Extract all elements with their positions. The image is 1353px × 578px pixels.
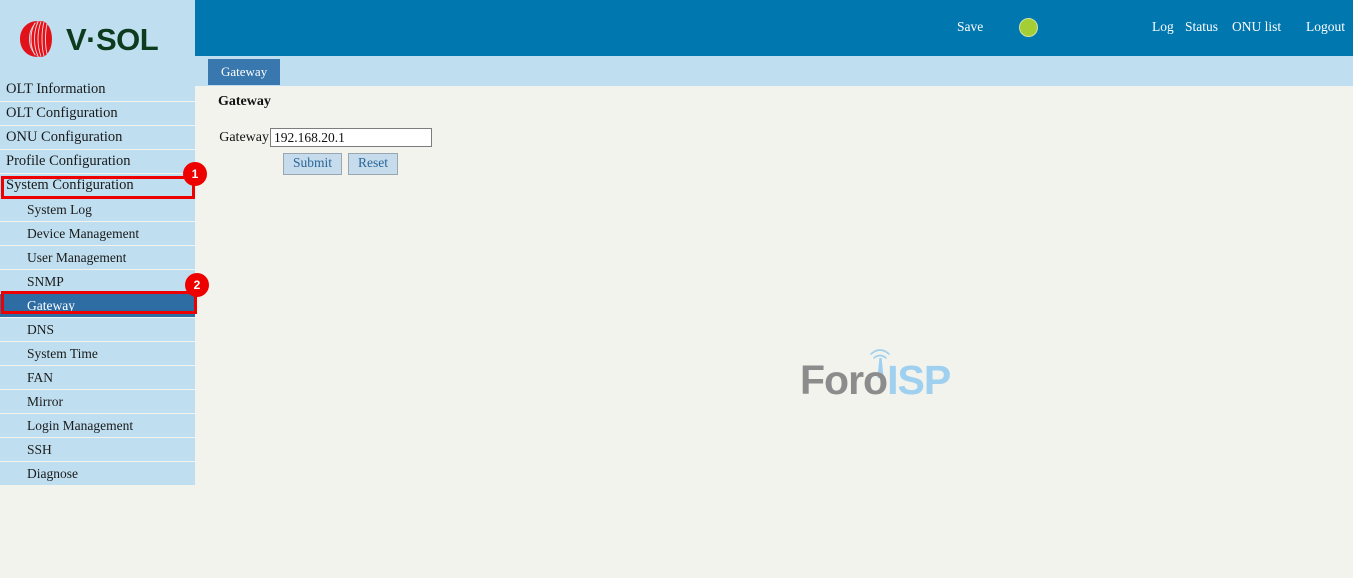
page-root: V·SOL Save Log Status ONU list Logout Ga…: [0, 0, 1353, 578]
sidebar-item-label: DNS: [27, 322, 55, 337]
sidebar-item-label: Device Management: [27, 226, 140, 241]
gateway-form-row: Gateway: [209, 128, 1353, 147]
sidebar-item-user-management[interactable]: User Management: [0, 246, 195, 269]
header-link-log[interactable]: Log: [1152, 19, 1174, 35]
sidebar-item-mirror[interactable]: Mirror: [0, 390, 195, 413]
tab-gateway[interactable]: Gateway: [208, 59, 281, 85]
sidebar-item-label: System Log: [27, 202, 92, 217]
watermark-text-foro: Foro: [800, 357, 888, 403]
sidebar-navigation: OLT Information OLT Configuration ONU Conf…: [0, 78, 195, 578]
header-link-logout[interactable]: Logout: [1306, 19, 1345, 35]
page-title: Gateway: [218, 94, 271, 109]
sidebar-item-onu-configuration[interactable]: ONU Configuration: [0, 126, 195, 149]
sidebar-item-profile-configuration[interactable]: Profile Configuration: [0, 150, 195, 173]
sidebar-item-login-management[interactable]: Login Management: [0, 414, 195, 437]
header-link-status[interactable]: Status: [1185, 19, 1218, 35]
vsol-swirl-logo-icon: [20, 21, 52, 57]
sidebar-item-label: System Configuration: [6, 177, 134, 193]
sidebar-item-label: SNMP: [27, 274, 64, 289]
submit-button[interactable]: Submit: [283, 153, 343, 175]
sidebar-item-fan[interactable]: FAN: [0, 366, 195, 389]
foroisp-watermark: ForoISP: [795, 344, 955, 404]
reset-button[interactable]: Reset: [348, 153, 399, 175]
gateway-field-label: Gateway: [219, 129, 269, 145]
gateway-input[interactable]: [270, 128, 432, 147]
sidebar-item-label: OLT Information: [6, 81, 106, 97]
tab-strip: Gateway: [195, 54, 1353, 86]
form-button-row: Submit Reset: [283, 153, 1353, 175]
brand-logo[interactable]: V·SOL: [0, 0, 195, 78]
sidebar-item-dns[interactable]: DNS: [0, 318, 195, 341]
save-status-indicator: [1019, 18, 1038, 37]
top-header-bar: Save Log Status ONU list Logout: [195, 0, 1353, 54]
sidebar-item-system-time[interactable]: System Time: [0, 342, 195, 365]
sidebar-item-snmp[interactable]: SNMP: [0, 270, 195, 293]
sidebar-item-olt-information[interactable]: OLT Information: [0, 78, 195, 101]
sidebar-item-label: SSH: [27, 442, 52, 457]
sidebar-item-label: Diagnose: [27, 466, 78, 481]
sidebar-item-gateway[interactable]: Gateway: [0, 294, 195, 317]
sidebar-item-diagnose[interactable]: Diagnose: [0, 462, 195, 485]
sidebar-item-label: User Management: [27, 250, 127, 265]
brand-logo-text: V·SOL: [66, 21, 159, 57]
sidebar-item-label: OLT Configuration: [6, 105, 118, 121]
sidebar-item-label: Gateway: [27, 298, 75, 313]
sidebar-item-label: Login Management: [27, 418, 134, 433]
sidebar-item-label: FAN: [27, 370, 54, 385]
sidebar-item-label: Profile Configuration: [6, 153, 131, 169]
sidebar-item-label: System Time: [27, 346, 98, 361]
sidebar-item-label: Mirror: [27, 394, 63, 409]
sidebar-item-system-log[interactable]: System Log: [0, 198, 195, 221]
save-button[interactable]: Save: [957, 19, 983, 35]
header-link-onu-list[interactable]: ONU list: [1232, 19, 1281, 35]
watermark-text-isp: ISP: [887, 357, 951, 403]
sidebar-item-device-management[interactable]: Device Management: [0, 222, 195, 245]
sidebar-item-label: ONU Configuration: [6, 129, 123, 145]
antenna-tower-icon: [870, 349, 890, 378]
main-content-area: Gateway Gateway Submit Reset ForoISP: [195, 86, 1353, 578]
sidebar-item-system-configuration[interactable]: System Configuration: [0, 174, 195, 197]
sidebar-item-olt-configuration[interactable]: OLT Configuration: [0, 102, 195, 125]
sidebar-item-ssh[interactable]: SSH: [0, 438, 195, 461]
